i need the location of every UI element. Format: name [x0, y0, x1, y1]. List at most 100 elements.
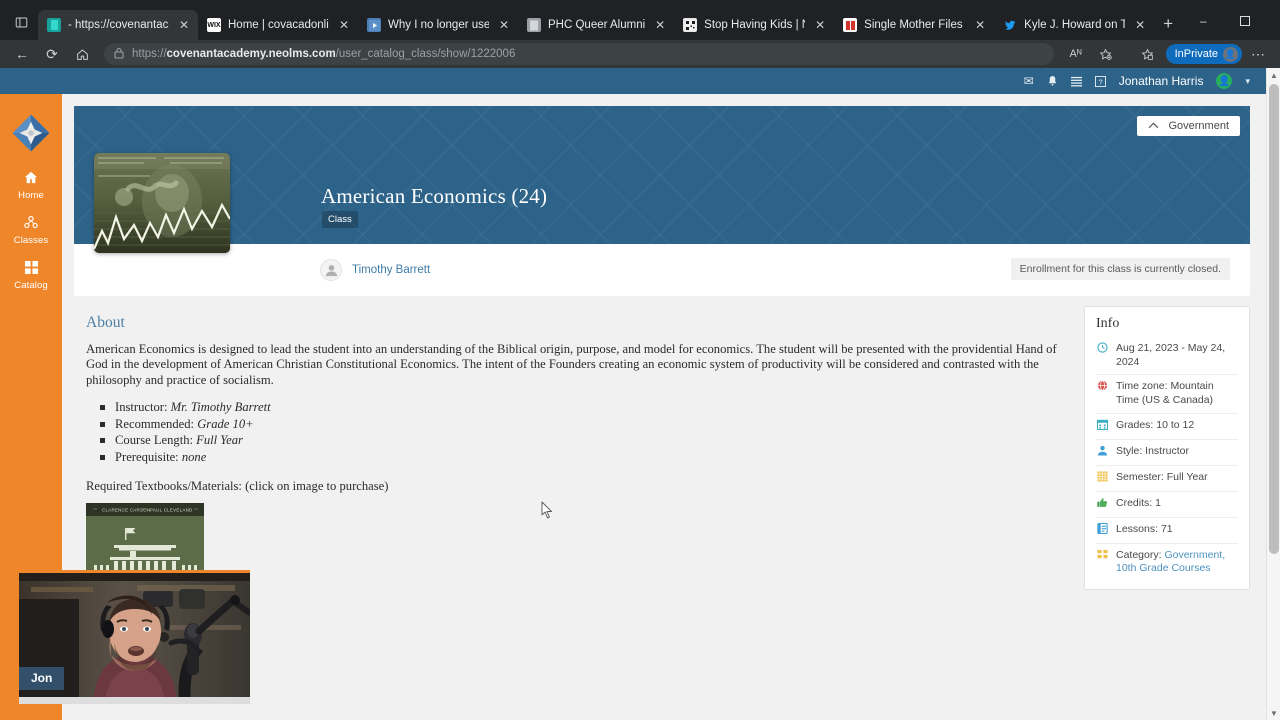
browser-window: - https://covenantacademy.neol ✕ WIX Hom… [0, 0, 1280, 720]
info-value: Category: Government, 10th Grade Courses [1116, 549, 1238, 576]
svg-text:?: ? [1098, 77, 1102, 86]
info-value: Grades: 10 to 12 [1116, 418, 1195, 431]
scroll-down-arrow-icon[interactable]: ▼ [1267, 706, 1280, 720]
category-icon [1096, 549, 1108, 564]
browser-tab-1[interactable]: WIX Home | covacadonline ✕ [198, 10, 358, 40]
browser-tab-6[interactable]: Kyle J. Howard on Twitter: "(3) Th ✕ [994, 10, 1154, 40]
page-scrollbar[interactable]: ▲ ▼ [1266, 68, 1280, 720]
list-item: Course Length: Full Year [100, 432, 1070, 449]
list-item: Instructor: Mr. Timothy Barrett [100, 399, 1070, 416]
qr-icon [683, 18, 698, 32]
grid-icon [1096, 471, 1108, 486]
course-hero-card: Government American Economics (24) Class… [74, 106, 1250, 296]
collections-icon[interactable] [1092, 42, 1120, 66]
info-value: Time zone: Mountain Time (US & Canada) [1116, 380, 1214, 406]
close-icon[interactable]: ✕ [812, 17, 828, 33]
sidebar-item-home[interactable]: Home [0, 162, 62, 207]
mail-icon[interactable]: ✉ [1024, 74, 1034, 88]
instructor-block[interactable]: Timothy Barrett [320, 259, 430, 281]
sidebar-item-catalog[interactable]: Catalog [0, 252, 62, 297]
instructor-name-link[interactable]: Timothy Barrett [352, 264, 430, 276]
scroll-up-arrow-icon[interactable]: ▲ [1267, 68, 1280, 82]
course-banner: Government [74, 106, 1250, 244]
avatar [320, 259, 342, 281]
info-value: Lessons: 71 [1116, 522, 1173, 535]
avatar[interactable]: 👤 [1216, 73, 1233, 89]
teal-doc-icon [47, 18, 61, 32]
tab-label: Why I no longer use Transgende [388, 19, 489, 31]
webcam-name-label: Jon [19, 667, 65, 690]
tab-search-icon[interactable] [4, 7, 38, 37]
close-icon[interactable]: ✕ [652, 17, 668, 33]
refresh-icon[interactable]: ⟳ [38, 42, 66, 66]
chevron-down-icon[interactable]: ▾ [1245, 76, 1250, 87]
materials-label: Required Textbooks/Materials: (click on … [86, 478, 389, 493]
close-button[interactable]: ✕ [1266, 6, 1280, 36]
info-row-semester: Semester: Full Year [1096, 464, 1238, 491]
info-row-style: Style: Instructor [1096, 438, 1238, 465]
tab-label: Kyle J. Howard on Twitter: "(3) Th [1024, 19, 1126, 31]
window-controls: – ✕ [1182, 6, 1280, 36]
course-type-badge: Class [322, 211, 358, 228]
browser-tab-3[interactable]: PHC Queer Alumni ✕ [518, 10, 674, 40]
info-row-grades: Grades: 10 to 12 [1096, 412, 1238, 439]
bell-icon[interactable] [1047, 75, 1058, 87]
info-heading: Info [1096, 316, 1120, 331]
address-bar-url: https://covenantacademy.neolms.com/user_… [132, 48, 516, 60]
read-aloud-icon[interactable]: Aᴺ [1062, 42, 1090, 66]
about-heading: About [86, 314, 125, 331]
info-category-label: Category: [1116, 548, 1165, 561]
news-icon [843, 18, 858, 32]
list-icon[interactable] [1070, 76, 1082, 87]
info-value: Aug 21, 2023 - May 24, 2024 [1116, 342, 1226, 368]
sidebar-item-label: Classes [13, 235, 49, 246]
lock-icon [114, 47, 124, 62]
sidebar-item-classes[interactable]: Classes [0, 207, 62, 252]
info-value: Style: Instructor [1116, 444, 1189, 457]
category-button[interactable]: Government [1137, 116, 1240, 136]
inprivate-badge[interactable]: InPrivate 👤 [1165, 44, 1242, 64]
info-row-dates: Aug 21, 2023 - May 24, 2024 [1096, 337, 1238, 374]
list-item: Prerequisite: none [100, 449, 1070, 466]
info-panel: Info Aug 21, 2023 - May 24, 2024 Time zo… [1084, 306, 1250, 590]
home-icon [0, 171, 62, 187]
about-bullet-list: Instructor: Mr. Timothy Barrett Recommen… [100, 399, 1070, 465]
minimize-button[interactable]: – [1182, 6, 1224, 36]
address-bar[interactable]: https://covenantacademy.neolms.com/user_… [104, 43, 1054, 65]
tab-label: Stop Having Kids | Normalizing A [704, 19, 805, 31]
book-icon [1096, 522, 1108, 538]
home-icon[interactable] [68, 42, 96, 66]
sidebar-item-label: Catalog [14, 280, 48, 291]
info-row-category: Category: Government, 10th Grade Courses [1096, 542, 1238, 581]
browser-tab-0[interactable]: - https://covenantacademy.neol ✕ [38, 10, 198, 40]
about-section: About American Economics is designed to … [74, 314, 1070, 603]
svg-text:PAUL CLEVELAND: PAUL CLEVELAND [150, 507, 193, 512]
info-value: Credits: 1 [1116, 496, 1161, 509]
info-value: Semester: Full Year [1116, 470, 1208, 483]
help-icon[interactable]: ? [1094, 75, 1106, 87]
browser-tab-5[interactable]: Single Mother Files Lawsuit Afte ✕ [834, 10, 994, 40]
back-icon[interactable]: ← [8, 42, 36, 66]
mouse-cursor [541, 501, 553, 519]
close-icon[interactable]: ✕ [336, 17, 352, 33]
catalog-icon [0, 261, 62, 277]
tab-label: - https://covenantacademy.neol [68, 19, 169, 31]
close-icon[interactable]: ✕ [496, 17, 512, 33]
diamond-compass-logo[interactable] [0, 104, 62, 162]
info-row-timezone: Time zone: Mountain Time (US & Canada) [1096, 374, 1238, 412]
new-tab-button[interactable]: + [1154, 10, 1182, 38]
scrollbar-thumb[interactable] [1269, 84, 1279, 554]
settings-more-icon[interactable]: ⋯ [1244, 42, 1272, 66]
close-icon[interactable]: ✕ [1132, 17, 1148, 33]
close-icon[interactable]: ✕ [972, 17, 988, 33]
browser-tab-2[interactable]: Why I no longer use Transgende ✕ [358, 10, 518, 40]
close-icon[interactable]: ✕ [176, 17, 192, 33]
generic-page-icon [527, 18, 541, 32]
webcam-overlay: Jon [16, 570, 250, 704]
browser-tab-4[interactable]: Stop Having Kids | Normalizing A ✕ [674, 10, 834, 40]
maximize-button[interactable] [1224, 6, 1266, 36]
favorites-icon[interactable] [1134, 42, 1162, 66]
globe-icon [1096, 380, 1108, 395]
user-name-label[interactable]: Jonathan Harris [1119, 74, 1204, 88]
dollar-bill-stock-chart-thumbnail[interactable] [94, 153, 230, 253]
